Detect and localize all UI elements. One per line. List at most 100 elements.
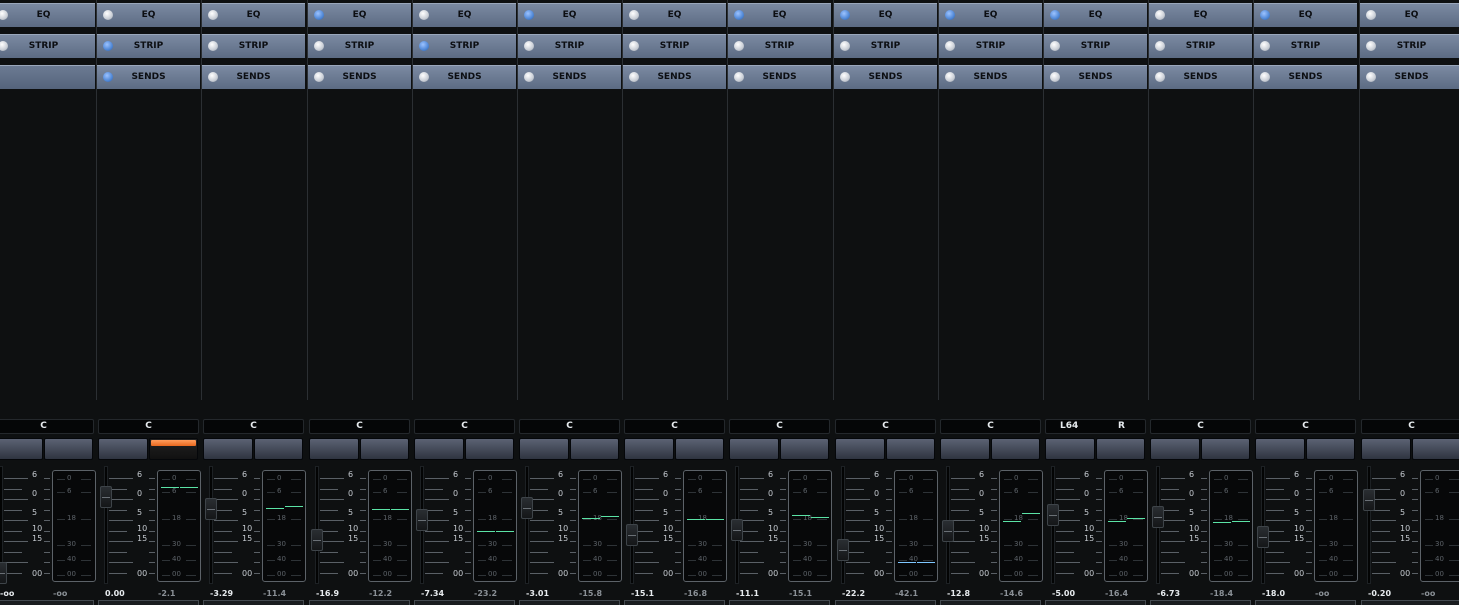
mute-button[interactable] — [1150, 438, 1200, 460]
strip-button[interactable]: STRIP — [1149, 34, 1252, 58]
strip-button[interactable]: STRIP — [939, 34, 1042, 58]
eq-button[interactable]: EQ — [728, 3, 831, 27]
sends-button[interactable]: SENDS — [1254, 65, 1357, 89]
automation-bar[interactable] — [940, 600, 1041, 605]
solo-button[interactable] — [359, 438, 409, 460]
sends-button[interactable]: SENDS — [623, 65, 726, 89]
fader-handle[interactable] — [626, 524, 638, 546]
pan-display[interactable]: C — [1150, 419, 1251, 434]
sends-button[interactable]: SENDS — [834, 65, 937, 89]
eq-button[interactable]: EQ — [202, 3, 305, 27]
strip-button[interactable]: STRIP — [834, 34, 937, 58]
strip-button[interactable]: STRIP — [0, 34, 95, 58]
pan-display[interactable]: C — [624, 419, 725, 434]
mute-button[interactable] — [414, 438, 464, 460]
pan-display[interactable]: C — [519, 419, 620, 434]
fader-handle[interactable] — [100, 486, 112, 508]
fader-handle[interactable] — [837, 539, 849, 561]
fader-handle[interactable] — [1152, 506, 1164, 528]
solo-button[interactable] — [253, 438, 303, 460]
eq-button[interactable]: EQ — [623, 3, 726, 27]
automation-bar[interactable] — [519, 600, 620, 605]
automation-bar[interactable] — [309, 600, 410, 605]
sends-button[interactable]: SENDS — [1044, 65, 1147, 89]
pan-display[interactable]: C — [1361, 419, 1459, 434]
eq-button[interactable]: EQ — [1254, 3, 1357, 27]
solo-button[interactable] — [148, 438, 198, 460]
solo-button[interactable] — [990, 438, 1040, 460]
mute-button[interactable] — [1361, 438, 1411, 460]
strip-button[interactable]: STRIP — [1044, 34, 1147, 58]
fader-handle[interactable] — [942, 520, 954, 542]
fader-handle[interactable] — [1047, 504, 1059, 526]
automation-bar[interactable] — [0, 600, 94, 605]
solo-button[interactable] — [674, 438, 724, 460]
strip-button[interactable]: STRIP — [728, 34, 831, 58]
solo-button[interactable] — [1411, 438, 1459, 460]
strip-button[interactable]: STRIP — [308, 34, 411, 58]
pan-display[interactable]: C — [414, 419, 515, 434]
pan-display[interactable]: C — [309, 419, 410, 434]
fader-handle[interactable] — [0, 562, 7, 584]
strip-button[interactable]: STRIP — [623, 34, 726, 58]
solo-button[interactable] — [1305, 438, 1355, 460]
mute-button[interactable] — [1255, 438, 1305, 460]
sends-button[interactable]: SENDS — [308, 65, 411, 89]
sends-button[interactable]: SENDS — [939, 65, 1042, 89]
eq-button[interactable]: EQ — [0, 3, 95, 27]
solo-button[interactable] — [885, 438, 935, 460]
sends-button[interactable]: SENDS — [518, 65, 621, 89]
solo-button[interactable] — [464, 438, 514, 460]
sends-button[interactable]: SENDS — [728, 65, 831, 89]
eq-button[interactable]: EQ — [1149, 3, 1252, 27]
mute-button[interactable] — [98, 438, 148, 460]
strip-button[interactable]: STRIP — [1360, 34, 1459, 58]
strip-button[interactable]: STRIP — [518, 34, 621, 58]
solo-button[interactable] — [43, 438, 93, 460]
automation-bar[interactable] — [203, 600, 304, 605]
sends-button[interactable]: SENDS — [202, 65, 305, 89]
mute-button[interactable] — [0, 438, 43, 460]
mute-button[interactable] — [729, 438, 779, 460]
eq-button[interactable]: EQ — [308, 3, 411, 27]
pan-display[interactable]: C — [729, 419, 830, 434]
automation-bar[interactable] — [1045, 600, 1146, 605]
solo-button[interactable] — [1200, 438, 1250, 460]
mute-button[interactable] — [1045, 438, 1095, 460]
fader-handle[interactable] — [521, 497, 533, 519]
eq-button[interactable]: EQ — [939, 3, 1042, 27]
strip-button[interactable]: STRIP — [97, 34, 200, 58]
strip-button[interactable]: STRIP — [413, 34, 516, 58]
mute-button[interactable] — [835, 438, 885, 460]
pan-display[interactable]: C — [835, 419, 936, 434]
mute-button[interactable] — [624, 438, 674, 460]
automation-bar[interactable] — [414, 600, 515, 605]
automation-bar[interactable] — [1150, 600, 1251, 605]
fader-handle[interactable] — [731, 519, 743, 541]
mute-button[interactable] — [309, 438, 359, 460]
pan-display[interactable]: C — [940, 419, 1041, 434]
fader-handle[interactable] — [416, 509, 428, 531]
eq-button[interactable]: EQ — [1360, 3, 1459, 27]
mute-button[interactable] — [940, 438, 990, 460]
solo-button[interactable] — [779, 438, 829, 460]
sends-button[interactable]: SENDS — [1149, 65, 1252, 89]
sends-button[interactable]: SENDS — [1360, 65, 1459, 89]
automation-bar[interactable] — [835, 600, 936, 605]
eq-button[interactable]: EQ — [97, 3, 200, 27]
solo-button[interactable] — [1095, 438, 1145, 460]
automation-bar[interactable] — [1361, 600, 1459, 605]
pan-display[interactable]: C — [1255, 419, 1356, 434]
fader-handle[interactable] — [1363, 489, 1375, 511]
pan-display[interactable]: C — [0, 419, 94, 434]
eq-button[interactable]: EQ — [1044, 3, 1147, 27]
fader-handle[interactable] — [311, 529, 323, 551]
fader-handle[interactable] — [205, 498, 217, 520]
eq-button[interactable]: EQ — [518, 3, 621, 27]
automation-bar[interactable] — [98, 600, 199, 605]
strip-button[interactable]: STRIP — [1254, 34, 1357, 58]
automation-bar[interactable] — [624, 600, 725, 605]
eq-button[interactable]: EQ — [413, 3, 516, 27]
pan-display[interactable]: L64 R — [1045, 419, 1146, 434]
strip-button[interactable]: STRIP — [202, 34, 305, 58]
